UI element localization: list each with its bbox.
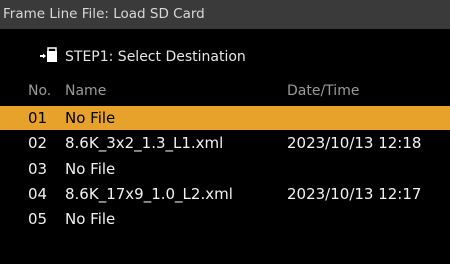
column-header-no: No.	[28, 83, 52, 99]
file-number: 02	[28, 134, 48, 152]
file-row-04[interactable]: 04 8.6K_17x9_1.0_L2.xml 2023/10/13 12:17	[0, 182, 450, 206]
column-header-datetime: Date/Time	[287, 83, 360, 99]
file-number: 05	[28, 210, 48, 228]
file-number: 04	[28, 185, 48, 203]
file-name: No File	[65, 109, 116, 127]
file-number: 01	[28, 109, 48, 127]
file-number: 03	[28, 160, 48, 178]
file-name: 8.6K_3x2_1.3_L1.xml	[65, 134, 224, 152]
sd-card-load-icon	[39, 47, 59, 63]
file-list-header: No. Name Date/Time	[0, 78, 450, 104]
file-row-03[interactable]: 03 No File	[0, 157, 450, 181]
file-name: No File	[65, 160, 116, 178]
file-datetime: 2023/10/13 12:18	[287, 134, 422, 152]
file-name: No File	[65, 210, 116, 228]
window-title-bar: Frame Line File: Load SD Card	[0, 0, 450, 29]
file-row-02[interactable]: 02 8.6K_3x2_1.3_L1.xml 2023/10/13 12:18	[0, 131, 450, 155]
file-row-05[interactable]: 05 No File	[0, 207, 450, 231]
column-header-name: Name	[65, 83, 107, 99]
step-label: STEP1: Select Destination	[65, 49, 246, 65]
step-header: STEP1: Select Destination	[0, 41, 450, 73]
window-title: Frame Line File: Load SD Card	[3, 6, 205, 22]
file-datetime: 2023/10/13 12:17	[287, 185, 422, 203]
file-name: 8.6K_17x9_1.0_L2.xml	[65, 185, 233, 203]
file-row-01[interactable]: 01 No File	[0, 106, 450, 130]
